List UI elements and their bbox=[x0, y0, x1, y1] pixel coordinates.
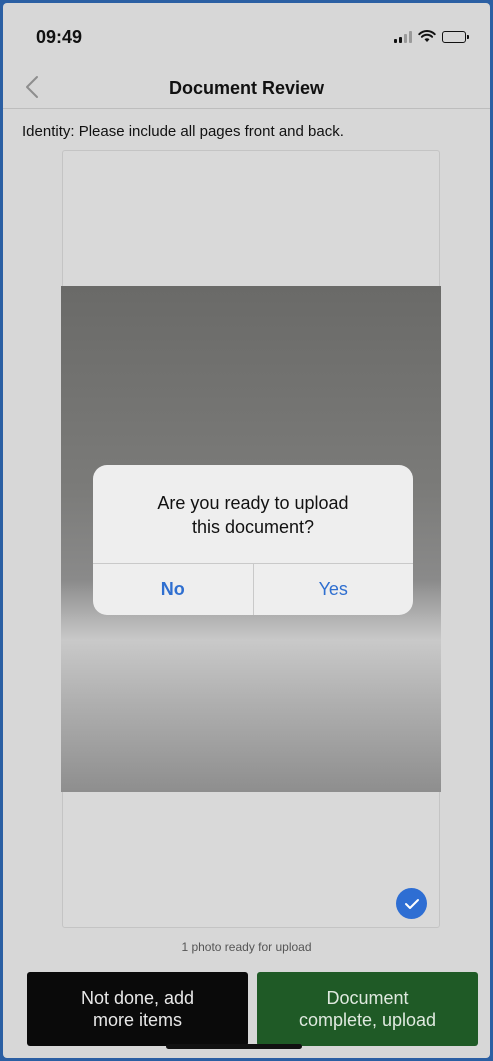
dialog-yes-button[interactable]: Yes bbox=[254, 564, 414, 615]
document-complete-upload-button[interactable]: Document complete, upload bbox=[257, 972, 478, 1046]
status-bar: 09:49 bbox=[3, 3, 490, 65]
battery-icon bbox=[442, 30, 469, 43]
not-done-label: Not done, add more items bbox=[80, 987, 195, 1031]
nav-bar: Document Review bbox=[3, 65, 490, 109]
page-title: Document Review bbox=[168, 78, 325, 98]
selected-check-badge[interactable] bbox=[396, 888, 427, 919]
dialog-actions: No Yes bbox=[93, 563, 413, 615]
phone-screen: 09:49 Document Review Identity: Please i… bbox=[3, 3, 490, 1058]
signal-icon bbox=[394, 30, 412, 43]
status-time: 09:49 bbox=[36, 27, 83, 47]
checkmark-icon bbox=[404, 898, 419, 909]
complete-label: Document complete, upload bbox=[298, 987, 437, 1031]
not-done-add-more-button[interactable]: Not done, add more items bbox=[27, 972, 248, 1046]
upload-confirm-dialog: Are you ready to upload this document? N… bbox=[93, 465, 413, 615]
photo-count-text: 1 photo ready for upload bbox=[181, 940, 312, 954]
status-icons bbox=[394, 30, 469, 43]
wifi-icon bbox=[418, 30, 436, 42]
dialog-no-button[interactable]: No bbox=[93, 564, 254, 615]
instruction-text: Identity: Please include all pages front… bbox=[22, 123, 344, 140]
home-indicator bbox=[166, 1044, 302, 1049]
dialog-message: Are you ready to upload this document? bbox=[157, 493, 349, 538]
